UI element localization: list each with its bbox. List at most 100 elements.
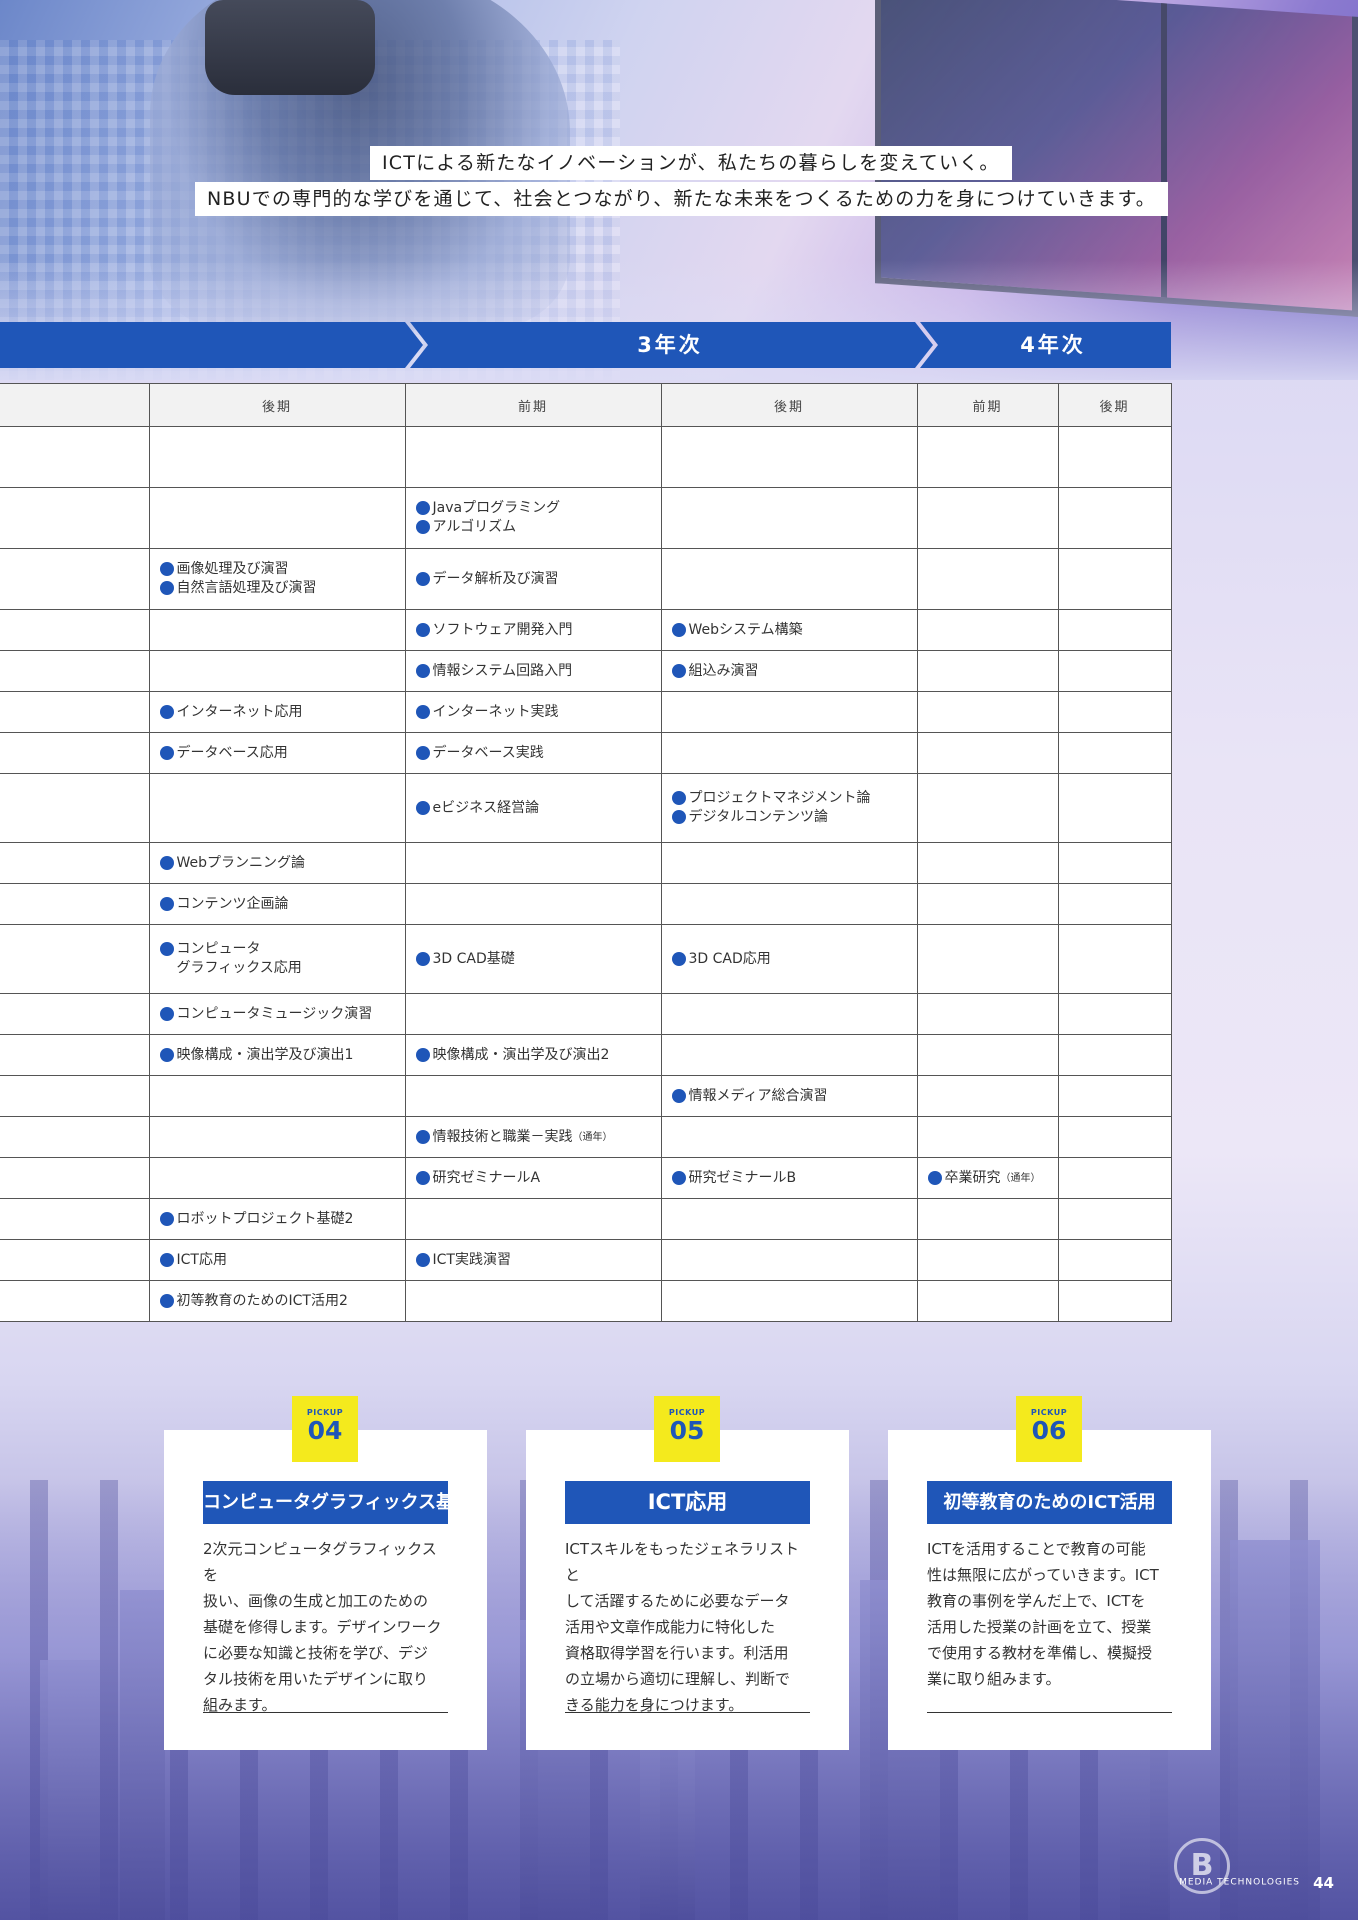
- bullet-dot-icon: [415, 520, 430, 534]
- course-note: （通年）: [1000, 1172, 1041, 1184]
- table-cell: Webシステム構築: [660, 609, 918, 651]
- table-cell: [660, 426, 918, 488]
- bullet-dot-icon: [159, 855, 174, 870]
- course-name: ICT実践演習: [432, 1251, 511, 1268]
- table-cell: [660, 1034, 918, 1076]
- table-row: 情報メディア総合演習: [0, 1075, 1172, 1117]
- table-cell: [916, 993, 1059, 1035]
- desc-line: の立場から適切に理解し、判断で: [565, 1670, 791, 1688]
- pickup-title: コンピュータグラフィックス基礎: [203, 1481, 448, 1524]
- course-item: データベース実践: [415, 744, 651, 763]
- course-name: 3D CAD応用: [688, 950, 771, 967]
- table-cell: ソフトウェア開発入門: [404, 609, 662, 651]
- desc-line: 活用や文章作成能力に特化した: [565, 1618, 776, 1636]
- table-row: コンピュータ グラフィックス応用 3D CAD基礎 3D CAD応用: [0, 924, 1172, 994]
- desc-line: で使用する教材を準備し、模擬授: [927, 1644, 1153, 1662]
- course-name: Webシステム構築: [688, 621, 803, 638]
- course-name: データベース応用: [176, 744, 288, 761]
- table-cell: [0, 842, 150, 884]
- bullet-dot-icon: [415, 1047, 430, 1062]
- table-cell: [916, 691, 1059, 733]
- course-note: （通年）: [572, 1131, 613, 1143]
- course-name: 映像構成・演出学及び演出1: [176, 1046, 354, 1063]
- table-cell: [404, 993, 662, 1035]
- bullet-dot-icon: [671, 1170, 686, 1185]
- year-banner: 3年次 4年次: [0, 322, 1171, 368]
- table-cell: [660, 1280, 918, 1322]
- table-cell: [148, 426, 406, 488]
- bullet-dot-icon: [671, 663, 686, 678]
- course-item: インターネット応用: [159, 703, 395, 722]
- course-item: コンピュータ グラフィックス応用: [159, 940, 395, 978]
- table-cell: [0, 1034, 150, 1076]
- course-name: 卒業研究: [944, 1169, 1001, 1186]
- course-item: 3D CAD基礎: [415, 950, 651, 969]
- pickup-card-04: PICKUP 04 コンピュータグラフィックス基礎 2次元コンピュータグラフィッ…: [164, 1396, 487, 1750]
- page-number: 44: [1313, 1873, 1334, 1892]
- course-item: ICT応用: [159, 1251, 395, 1270]
- table-cell: [0, 1075, 150, 1117]
- table-cell: [916, 924, 1059, 994]
- table-cell: 組込み演習: [660, 650, 918, 692]
- table-cell: [1057, 993, 1172, 1035]
- bullet-dot-icon: [159, 704, 174, 719]
- course-name: デジタルコンテンツ論: [688, 809, 828, 825]
- table-cell: インターネット実践: [404, 691, 662, 733]
- course-name: eビジネス経営論: [432, 799, 540, 816]
- table-cell: [916, 548, 1059, 610]
- desc-line: ICTを活用することで教育の可能: [927, 1540, 1146, 1558]
- table-cell: [0, 1280, 150, 1322]
- table-row: 情報技術と職業－実践 （通年）: [0, 1116, 1172, 1158]
- table-row: 画像処理及び演習 自然言語処理及び演習 データ解析及び演習: [0, 548, 1172, 610]
- desc-line: きる能力を身につけます。: [565, 1696, 744, 1714]
- header-cell: 後期: [1057, 383, 1172, 427]
- course-name: 情報システム回路入門: [432, 662, 573, 679]
- course-name: コンテンツ企画論: [176, 895, 289, 912]
- divider: [927, 1712, 1172, 1713]
- desc-line: 教育の事例を学んだ上で、ICTを: [927, 1592, 1146, 1610]
- course-item: 自然言語処理及び演習: [159, 579, 395, 598]
- table-cell: [916, 426, 1059, 488]
- table-cell: ICT応用: [148, 1239, 406, 1281]
- course-item: 組込み演習: [671, 662, 907, 681]
- pickup-badge: PICKUP 05: [654, 1396, 720, 1462]
- tagline-line-1: ICTによる新たなイノベーションが、私たちの暮らしを変えていく。: [370, 146, 1012, 180]
- course-item: ICT実践演習: [415, 1251, 651, 1270]
- course-item: 研究ゼミナールA: [415, 1169, 651, 1188]
- table-row: 情報システム回路入門 組込み演習: [0, 650, 1172, 692]
- course-item: eビジネス経営論: [415, 799, 651, 818]
- course-item: ロボットプロジェクト基礎2: [159, 1210, 395, 1229]
- bullet-dot-icon: [159, 942, 174, 956]
- pickup-number: 06: [1031, 1416, 1067, 1445]
- bullet-dot-icon: [159, 1211, 174, 1226]
- bullet-dot-icon: [415, 704, 430, 719]
- course-name: ロボットプロジェクト基礎2: [176, 1210, 354, 1227]
- course-name: コンピュータ グラフィックス応用: [176, 941, 302, 976]
- table-cell: [1057, 842, 1172, 884]
- bullet-dot-icon: [159, 896, 174, 911]
- table-row: Javaプログラミング アルゴリズム: [0, 487, 1172, 549]
- table-cell: [404, 842, 662, 884]
- bullet-dot-icon: [159, 562, 174, 576]
- course-item: Webプランニング論: [159, 854, 395, 873]
- table-cell: [0, 883, 150, 925]
- year-4-label: 4年次: [1020, 333, 1086, 357]
- bullet-dot-icon: [415, 1129, 430, 1144]
- table-cell: [916, 1116, 1059, 1158]
- course-name: 3D CAD基礎: [432, 950, 515, 967]
- table-cell: [1057, 548, 1172, 610]
- course-item: 映像構成・演出学及び演出2: [415, 1046, 651, 1065]
- pickup-card-06: PICKUP 06 初等教育のためのICT活用 ICTを活用することで教育の可能…: [888, 1396, 1211, 1750]
- table-cell: [916, 609, 1059, 651]
- pickup-description: ICTスキルをもったジェネラリストと して活躍するために必要なデータ 活用や文章…: [565, 1536, 813, 1718]
- table-cell: [148, 1116, 406, 1158]
- pickup-title: ICT応用: [565, 1481, 810, 1524]
- course-name: アルゴリズム: [432, 519, 517, 535]
- table-cell: インターネット応用: [148, 691, 406, 733]
- course-item: データ解析及び演習: [415, 570, 651, 589]
- table-cell: 情報メディア総合演習: [660, 1075, 918, 1117]
- pickup-number: 05: [669, 1416, 705, 1445]
- course-name: 研究ゼミナールA: [432, 1169, 541, 1186]
- table-cell: [0, 732, 150, 774]
- table-row: データベース応用 データベース実践: [0, 732, 1172, 774]
